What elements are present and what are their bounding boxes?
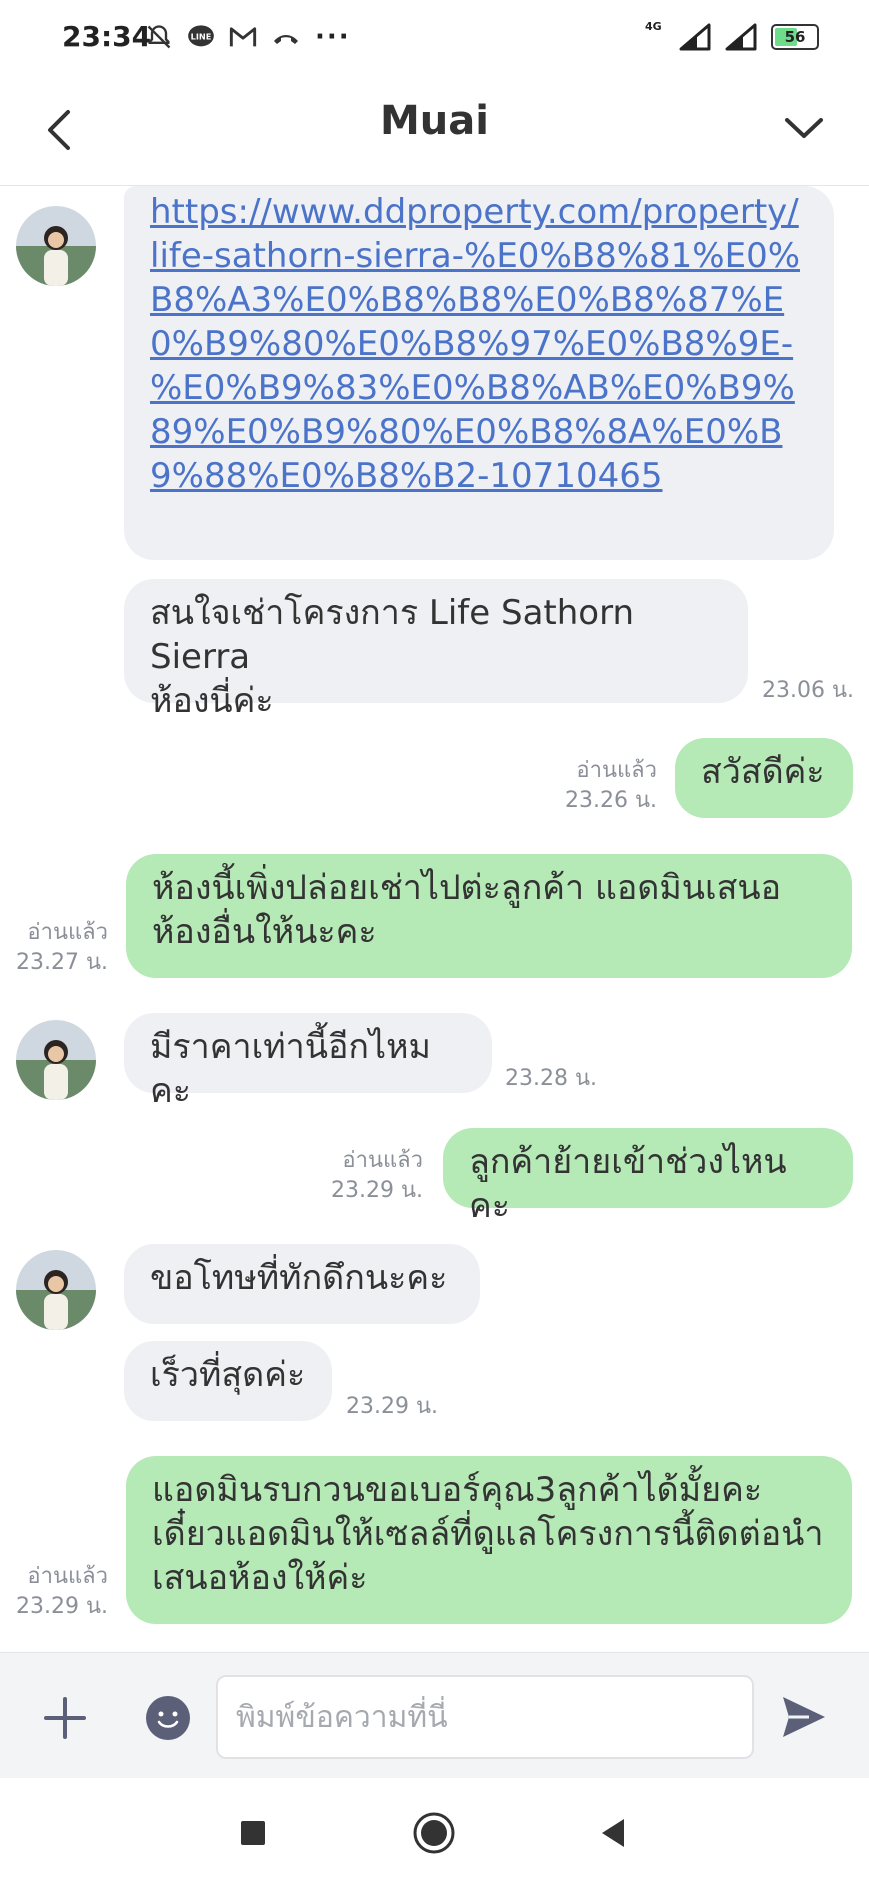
circle-icon [413,1812,455,1854]
svg-text:LINE: LINE [191,31,212,41]
message-outgoing: แอดมินรบกวนขอเบอร์คุณ3ลูกค้าได้มั้ยคะ เด… [126,1456,852,1624]
chat-title: Muai [380,98,489,144]
signal-icon [679,23,711,51]
message-outgoing: ลูกค้าย้ายเข้าช่วงไหนคะ [443,1128,853,1226]
battery-icon: 56 [771,24,819,50]
message-read-status: อ่านแล้ว 23.29 น. [330,1148,423,1203]
message-link[interactable]: https://www.ddproperty.com/property/life… [124,186,834,560]
status-icons-right: 4G 56 [645,20,819,52]
send-button[interactable] [779,1693,829,1741]
chevron-down-icon [785,118,823,138]
contact-avatar[interactable] [16,1020,96,1100]
message-read-status: อ่านแล้ว 23.29 น. [15,1564,108,1619]
message-line: เร็วที่สุดค่ะ [150,1355,306,1395]
profile-photo-icon [16,1020,96,1100]
missed-call-icon [274,35,298,44]
profile-photo-icon [16,1250,96,1330]
message-incoming: สนใจเช่าโครงการ Life Sathorn Sierra ห้อง… [124,579,748,721]
message-time: 23.28 น. [505,1066,598,1091]
message-line: สนใจเช่าโครงการ Life Sathorn Sierra [150,593,635,677]
chat-menu-button[interactable] [779,98,829,158]
message-line: ห้องนี้เพิ่งปล่อยเช่าไปต่ะลูกค้า แอดมินเ… [152,868,782,908]
line-app-icon: LINE [188,25,214,47]
message-incoming: เร็วที่สุดค่ะ [124,1341,332,1421]
message-line: ห้องอื่นให้นะคะ [152,912,377,952]
network-type: 4G [645,20,662,33]
message-line: เดี๋ยวแอดมินให้เซลล์ที่ดูแลโครงการนี้ติด… [152,1514,824,1554]
message-outgoing: สวัสดีค่ะ [675,738,853,818]
contact-avatar[interactable] [16,206,96,286]
message-line: มีราคาเท่านี้อีกไหมคะ [150,1027,431,1111]
message-time: 23.06 น. [762,678,855,703]
more-notifications-icon: ··· [315,22,351,52]
message-input-bar [0,1652,869,1779]
message-read-status: อ่านแล้ว 23.26 น. [564,758,657,813]
chat-messages[interactable]: https://www.ddproperty.com/property/life… [0,186,869,1652]
chat-header: Muai [0,80,869,186]
send-icon [783,1697,825,1737]
message-line: ลูกค้าย้ายเข้าช่วงไหนคะ [469,1142,787,1226]
status-time: 23:34 [62,20,152,53]
recent-apps-button[interactable] [230,1810,276,1856]
profile-photo-icon [16,206,96,286]
message-line: แอดมินรบกวนขอเบอร์คุณ3ลูกค้าได้มั้ยคะ [152,1470,763,1510]
bell-off-icon [147,25,171,49]
status-bar: 23:34 LINE ··· 4G 56 [0,0,869,80]
emoji-button[interactable] [145,1695,191,1741]
message-read-status: อ่านแล้ว 23.27 น. [15,920,108,975]
battery-level: 56 [784,28,806,46]
message-incoming: มีราคาเท่านี้อีกไหมคะ [124,1013,492,1111]
message-line: ขอโทษที่ทักดึกนะคะ [150,1258,448,1298]
message-outgoing: ห้องนี้เพิ่งปล่อยเช่าไปต่ะลูกค้า แอดมินเ… [126,854,852,978]
message-line: ห้องนี่ค่ะ [150,681,274,721]
plus-icon [44,1697,86,1739]
attach-button[interactable] [42,1695,88,1741]
message-incoming: ขอโทษที่ทักดึกนะคะ [124,1244,480,1324]
contact-avatar[interactable] [16,1250,96,1330]
message-line: เสนอห้องให้ค่ะ [152,1558,368,1598]
signal-icon-2 [725,23,757,51]
gmail-icon [229,27,257,47]
message-time: 23.29 น. [346,1394,439,1419]
home-button[interactable] [411,1810,457,1856]
smiley-icon [146,1696,190,1740]
back-nav-button[interactable] [590,1810,636,1856]
triangle-back-icon [602,1819,624,1847]
system-nav-bar [0,1778,869,1883]
message-input[interactable] [216,1675,754,1759]
message-line: สวัสดีค่ะ [701,752,825,792]
link-text[interactable]: https://www.ddproperty.com/property/life… [150,192,800,496]
square-icon [241,1821,265,1845]
status-icons-left: LINE ··· [145,22,351,52]
